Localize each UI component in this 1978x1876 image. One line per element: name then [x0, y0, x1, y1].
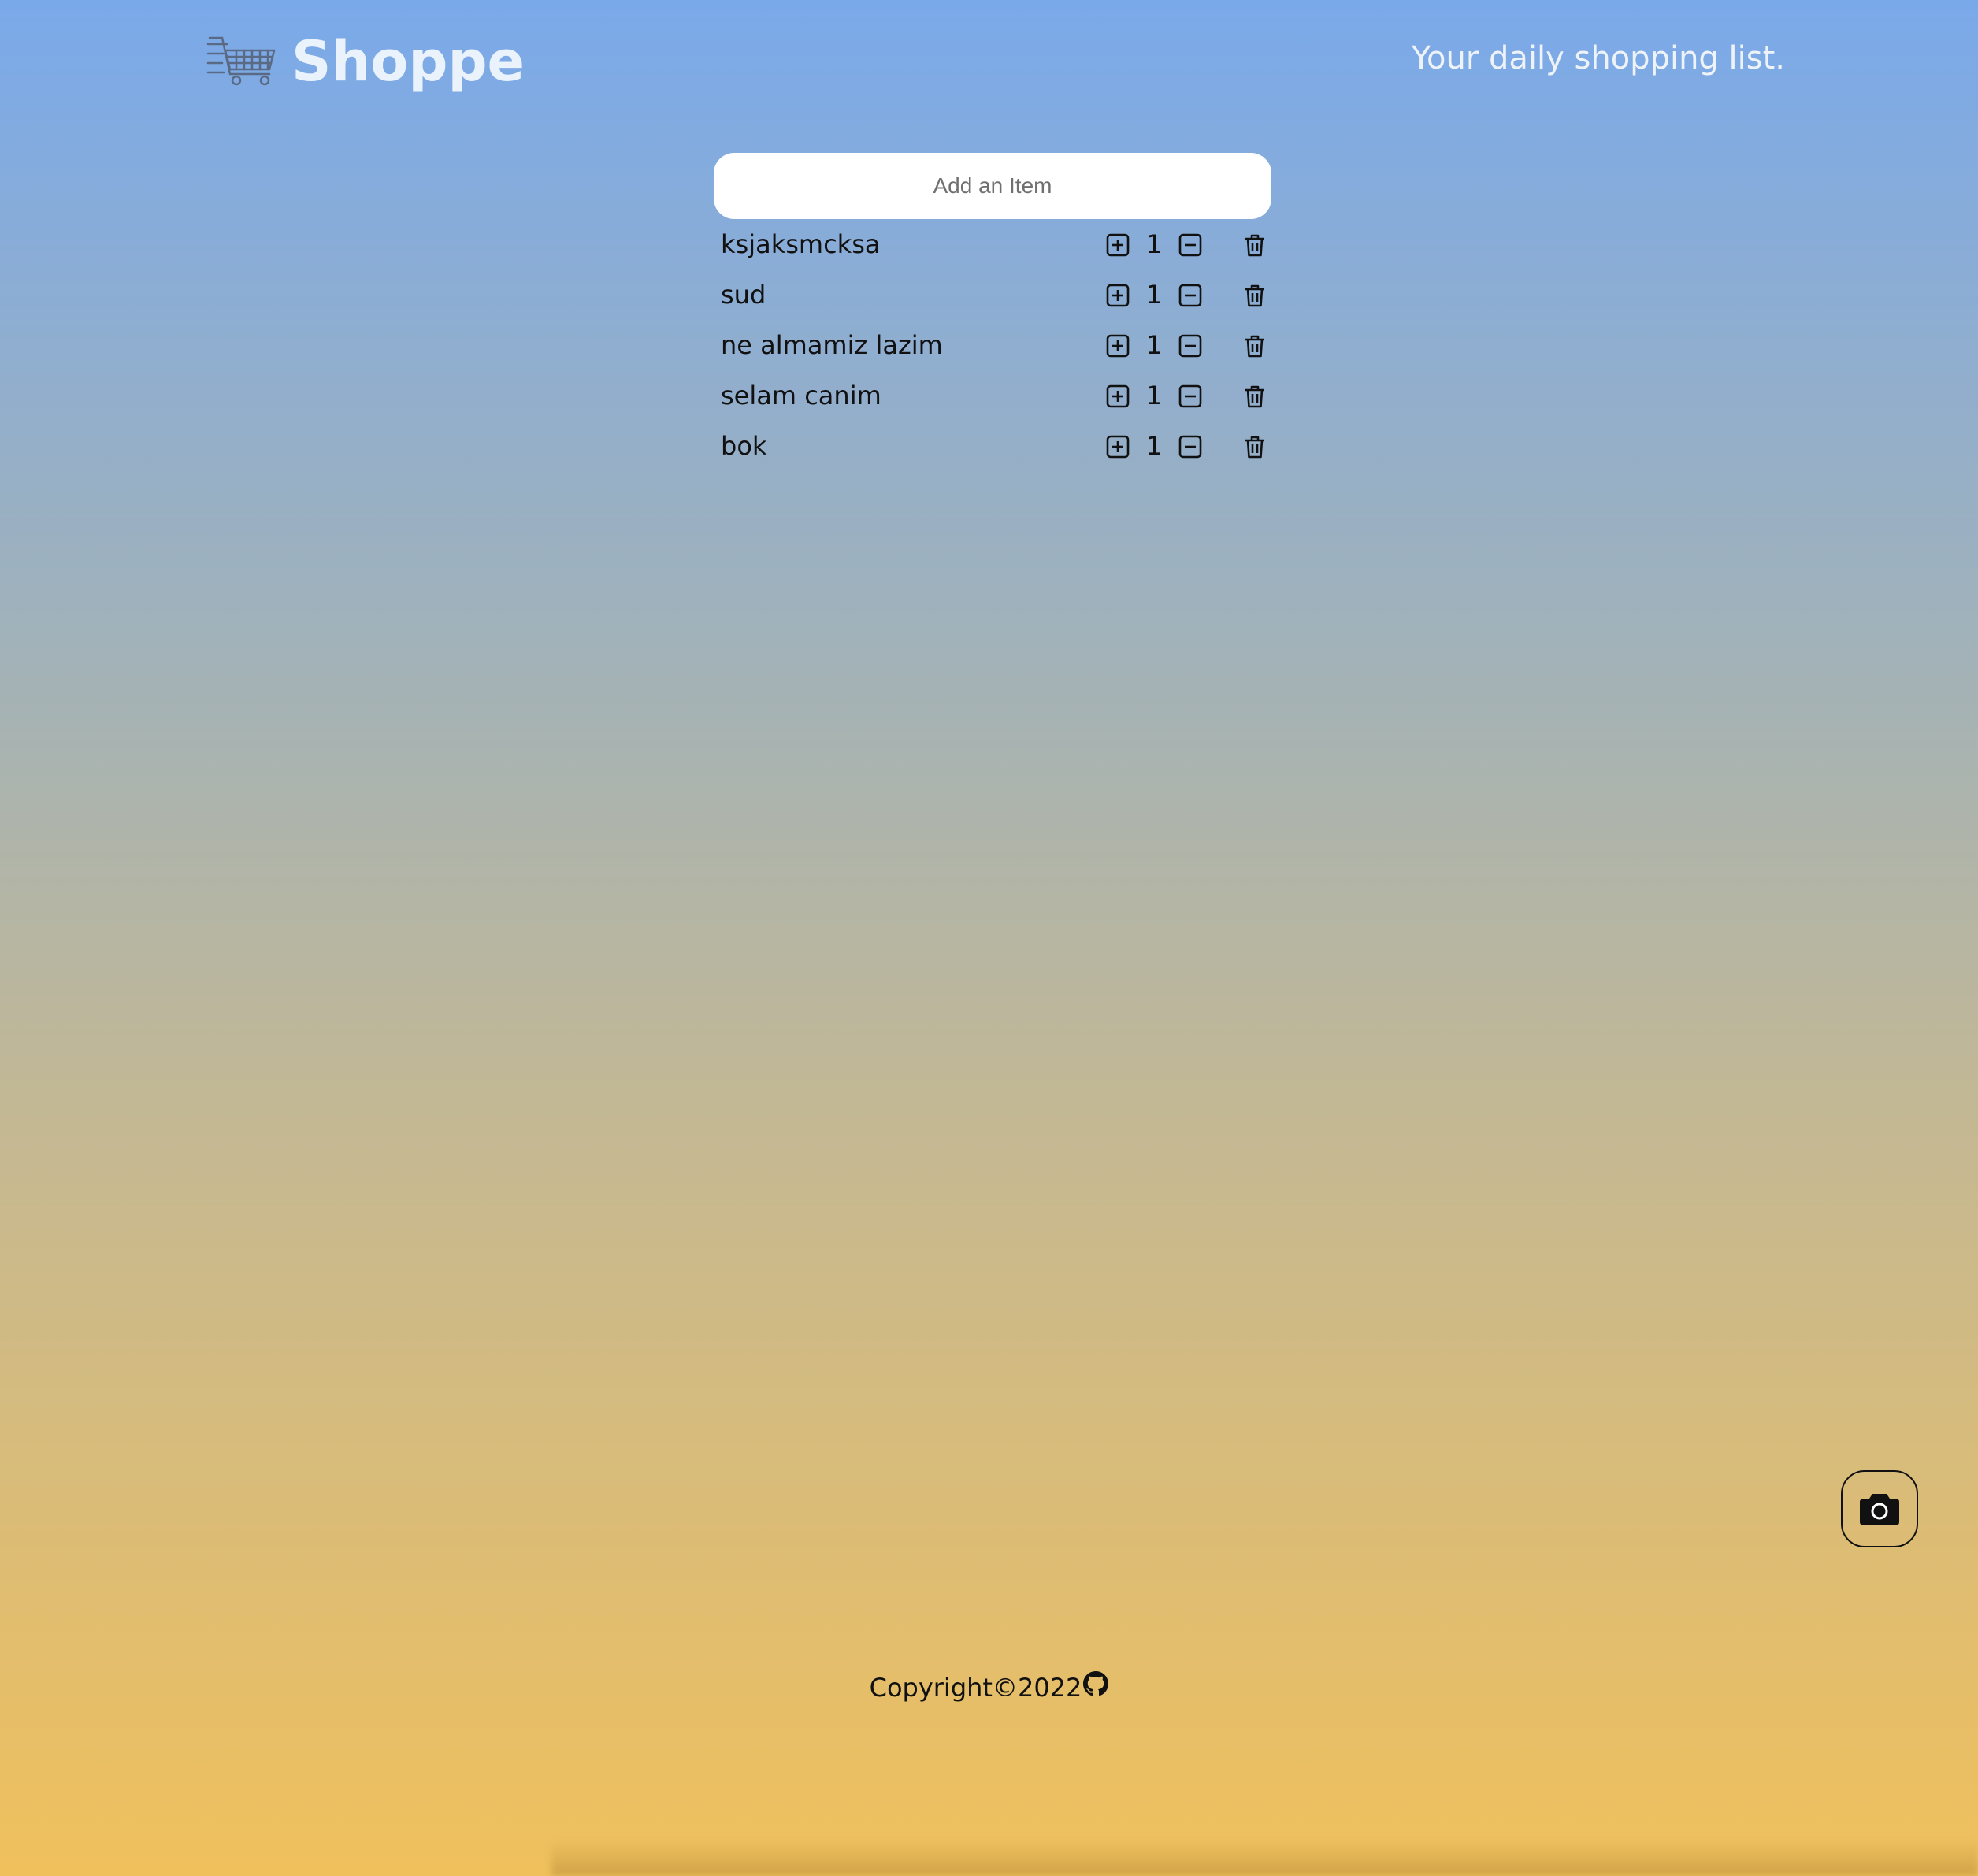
minus-square-icon[interactable]: [1178, 233, 1202, 257]
bottom-shadow: [551, 1841, 1978, 1876]
logo[interactable]: Shoppe: [206, 30, 525, 93]
item-name: selam canim: [721, 381, 881, 410]
shopping-list: ksjaksmcksa 1 sud 1 ne almamiz lazim 1 s…: [714, 219, 1271, 471]
minus-square-icon[interactable]: [1178, 435, 1202, 459]
camera-icon: [1860, 1494, 1899, 1525]
item-quantity: 1: [1145, 431, 1163, 461]
footer: Copyright©2022: [0, 1670, 1978, 1705]
item-name: ksjaksmcksa: [721, 229, 881, 259]
plus-square-icon[interactable]: [1106, 435, 1130, 459]
item-name: sud: [721, 280, 766, 310]
tagline: Your daily shopping list.: [1411, 40, 1785, 76]
add-item-input[interactable]: [714, 153, 1271, 219]
trash-icon[interactable]: [1243, 284, 1267, 307]
minus-square-icon[interactable]: [1178, 384, 1202, 408]
trash-icon[interactable]: [1243, 233, 1267, 257]
plus-square-icon[interactable]: [1106, 334, 1130, 358]
trash-icon[interactable]: [1243, 334, 1267, 358]
trash-icon[interactable]: [1243, 435, 1267, 459]
item-quantity: 1: [1145, 330, 1163, 360]
shopping-cart-icon: [206, 36, 276, 86]
list-item: sud 1: [714, 269, 1271, 320]
list-item: ne almamiz lazim 1: [714, 320, 1271, 370]
app-title: Shoppe: [291, 29, 525, 94]
list-item: bok 1: [714, 421, 1271, 471]
minus-square-icon[interactable]: [1178, 334, 1202, 358]
plus-square-icon[interactable]: [1106, 284, 1130, 307]
trash-icon[interactable]: [1243, 384, 1267, 408]
minus-square-icon[interactable]: [1178, 284, 1202, 307]
item-quantity: 1: [1145, 280, 1163, 310]
item-name: ne almamiz lazim: [721, 330, 943, 360]
item-name: bok: [721, 431, 767, 461]
camera-button[interactable]: [1841, 1470, 1918, 1547]
copyright-text: Copyright©2022: [869, 1673, 1082, 1703]
github-icon[interactable]: [1083, 1671, 1109, 1696]
app-header: Shoppe Your daily shopping list.: [0, 0, 1978, 126]
item-quantity: 1: [1145, 229, 1163, 259]
plus-square-icon[interactable]: [1106, 233, 1130, 257]
item-quantity: 1: [1145, 381, 1163, 410]
list-item: selam canim 1: [714, 370, 1271, 421]
list-item: ksjaksmcksa 1: [714, 219, 1271, 269]
plus-square-icon[interactable]: [1106, 384, 1130, 408]
